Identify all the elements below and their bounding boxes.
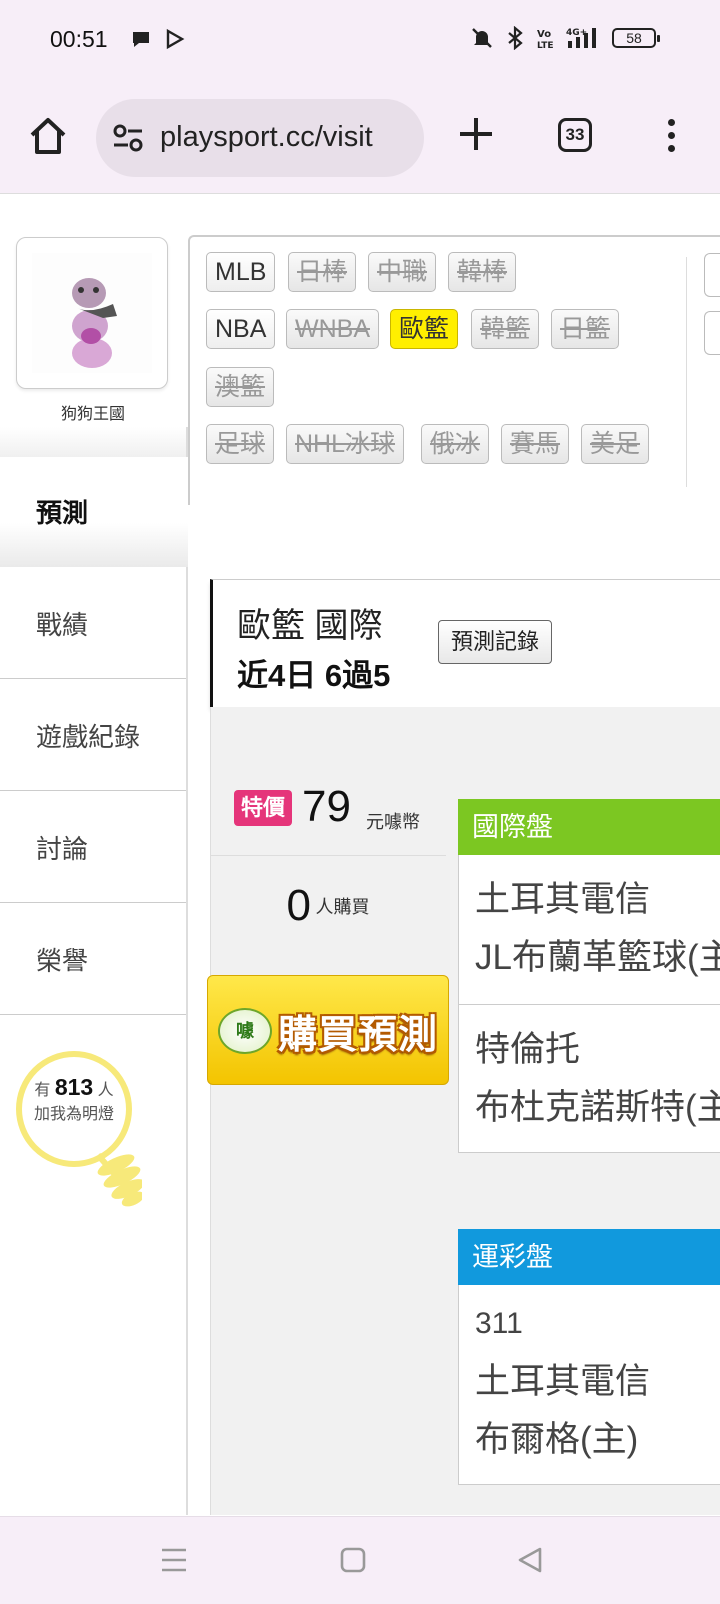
chat-notification-icon xyxy=(133,32,149,47)
nav-item-label: 討論 xyxy=(36,834,89,864)
tab-khl[interactable]: 俄冰 xyxy=(421,424,490,464)
tab-soccer[interactable]: 足球 xyxy=(206,424,275,464)
tab-jbl[interactable]: 日籃 xyxy=(551,309,620,349)
avatar[interactable] xyxy=(16,237,168,389)
avatar-image xyxy=(32,253,152,373)
more-menu-icon[interactable] xyxy=(663,119,679,159)
web-page: 狗狗王國 預測 戰績 遊戲紀錄 討論 榮譽 有 813 人 加我為明燈 MLB … xyxy=(0,195,720,1515)
record-summary: 近4日 6過5 xyxy=(237,658,391,693)
nav-item-label: 戰績 xyxy=(36,610,89,640)
mute-icon xyxy=(472,28,492,48)
play-store-icon xyxy=(166,28,185,50)
side-control-1[interactable] xyxy=(704,253,720,297)
system-nav-bar xyxy=(0,1516,720,1604)
lottery-match-1[interactable]: 311 土耳其電信 布爾格(主) xyxy=(458,1285,720,1485)
lightbulb-icon xyxy=(16,1051,142,1207)
tab-nba[interactable]: NBA xyxy=(206,309,276,349)
tab-kbo[interactable]: 韓棒 xyxy=(448,252,517,292)
profile-name[interactable]: 狗狗王國 xyxy=(0,400,186,424)
price-row: 特價 79 元噱幣 xyxy=(210,770,446,856)
buyer-count: 0 人購買 xyxy=(210,881,446,931)
fans-caption: 加我為明燈 xyxy=(33,1106,114,1123)
volte-icon: VoLTE xyxy=(537,29,554,50)
home-nav-icon[interactable] xyxy=(340,1545,366,1575)
price-value: 79 xyxy=(302,782,351,831)
signal-4g-icon: 4G+ xyxy=(566,28,596,48)
buyer-count-value: 0 xyxy=(286,881,312,930)
battery-icon: 58 xyxy=(612,28,660,48)
match-team: JL布蘭革籃球(主) xyxy=(475,938,720,977)
bluetooth-icon xyxy=(508,26,523,50)
international-match-2[interactable]: 特倫托 布杜克諾斯特(主) xyxy=(458,1005,720,1153)
nav-item-label: 榮譽 xyxy=(36,946,89,976)
special-price-badge: 特價 xyxy=(234,790,292,826)
fans-count: 813 xyxy=(54,1074,94,1100)
side-control-2[interactable] xyxy=(704,311,720,355)
back-icon[interactable] xyxy=(516,1545,544,1575)
match-team: 布杜克諾斯特(主) xyxy=(475,1088,720,1127)
tab-cpbl[interactable]: 中職 xyxy=(368,252,437,292)
nav-item-label: 遊戲紀錄 xyxy=(36,722,141,752)
record-title: 歐籃 國際 xyxy=(237,607,383,645)
international-odds-header: 國際盤 xyxy=(458,799,720,855)
tab-wnba[interactable]: WNBA xyxy=(286,309,379,349)
address-bar[interactable]: playsport.cc/visit xyxy=(96,99,424,177)
panel-divider xyxy=(686,257,687,487)
home-icon[interactable] xyxy=(26,114,70,158)
profile-card-bottom xyxy=(0,427,188,457)
nav-item-record[interactable]: 戰績 xyxy=(0,567,188,679)
nav-item-game-log[interactable]: 遊戲紀錄 xyxy=(0,679,188,791)
match-code: 311 xyxy=(475,1307,523,1340)
international-match-1[interactable]: 土耳其電信 JL布蘭革籃球(主) xyxy=(458,855,720,1005)
tab-nhl[interactable]: NHL冰球 xyxy=(286,424,405,464)
nav-item-predictions[interactable]: 預測 xyxy=(0,457,188,567)
site-settings-icon[interactable] xyxy=(112,123,144,153)
tab-nfl[interactable]: 美足 xyxy=(581,424,650,464)
sports-lottery-header: 運彩盤 xyxy=(458,1229,720,1285)
tab-kbl[interactable]: 韓籃 xyxy=(471,309,540,349)
browser-toolbar: playsport.cc/visit 33 xyxy=(0,84,720,194)
tab-euro-basketball[interactable]: 歐籃 xyxy=(390,309,459,349)
tab-npb[interactable]: 日棒 xyxy=(288,252,357,292)
match-team: 布爾格(主) xyxy=(475,1420,639,1459)
svg-text:Vo: Vo xyxy=(537,29,551,40)
buy-prediction-button[interactable]: 噱 購買預測 xyxy=(207,975,449,1085)
price-unit: 元噱幣 xyxy=(366,812,420,832)
buy-prediction-label: 購買預測 xyxy=(278,1014,439,1057)
sidebar-divider xyxy=(186,595,188,1515)
buyer-count-unit: 人購買 xyxy=(315,897,370,917)
tab-switcher-button[interactable]: 33 xyxy=(558,118,592,152)
tab-mlb[interactable]: MLB xyxy=(206,252,276,292)
playsport-logo-icon: 噱 xyxy=(218,1008,272,1054)
new-tab-icon[interactable] xyxy=(456,114,496,154)
match-team: 土耳其電信 xyxy=(475,880,651,919)
fans-counter[interactable]: 有 813 人 加我為明燈 xyxy=(12,1075,136,1127)
prediction-record-header: 歐籃 國際 近4日 6過5 預測記錄 xyxy=(210,579,720,707)
match-team: 土耳其電信 xyxy=(475,1362,651,1401)
nav-item-discussion[interactable]: 討論 xyxy=(0,791,188,903)
svg-text:LTE: LTE xyxy=(537,41,554,50)
nav-item-label: 預測 xyxy=(36,498,89,528)
url-text[interactable]: playsport.cc/visit xyxy=(160,121,410,154)
match-team: 特倫托 xyxy=(475,1030,581,1069)
prediction-history-button[interactable]: 預測記錄 xyxy=(438,620,553,664)
status-bar: 00:51 Vo LTE 4G+ 58 xyxy=(0,0,720,84)
tab-horse-racing[interactable]: 賽馬 xyxy=(501,424,570,464)
tab-nbl[interactable]: 澳籃 xyxy=(206,367,275,407)
nav-item-honors[interactable]: 榮譽 xyxy=(0,903,188,1015)
status-time: 00:51 xyxy=(50,26,108,52)
recent-apps-icon[interactable] xyxy=(160,1545,188,1575)
